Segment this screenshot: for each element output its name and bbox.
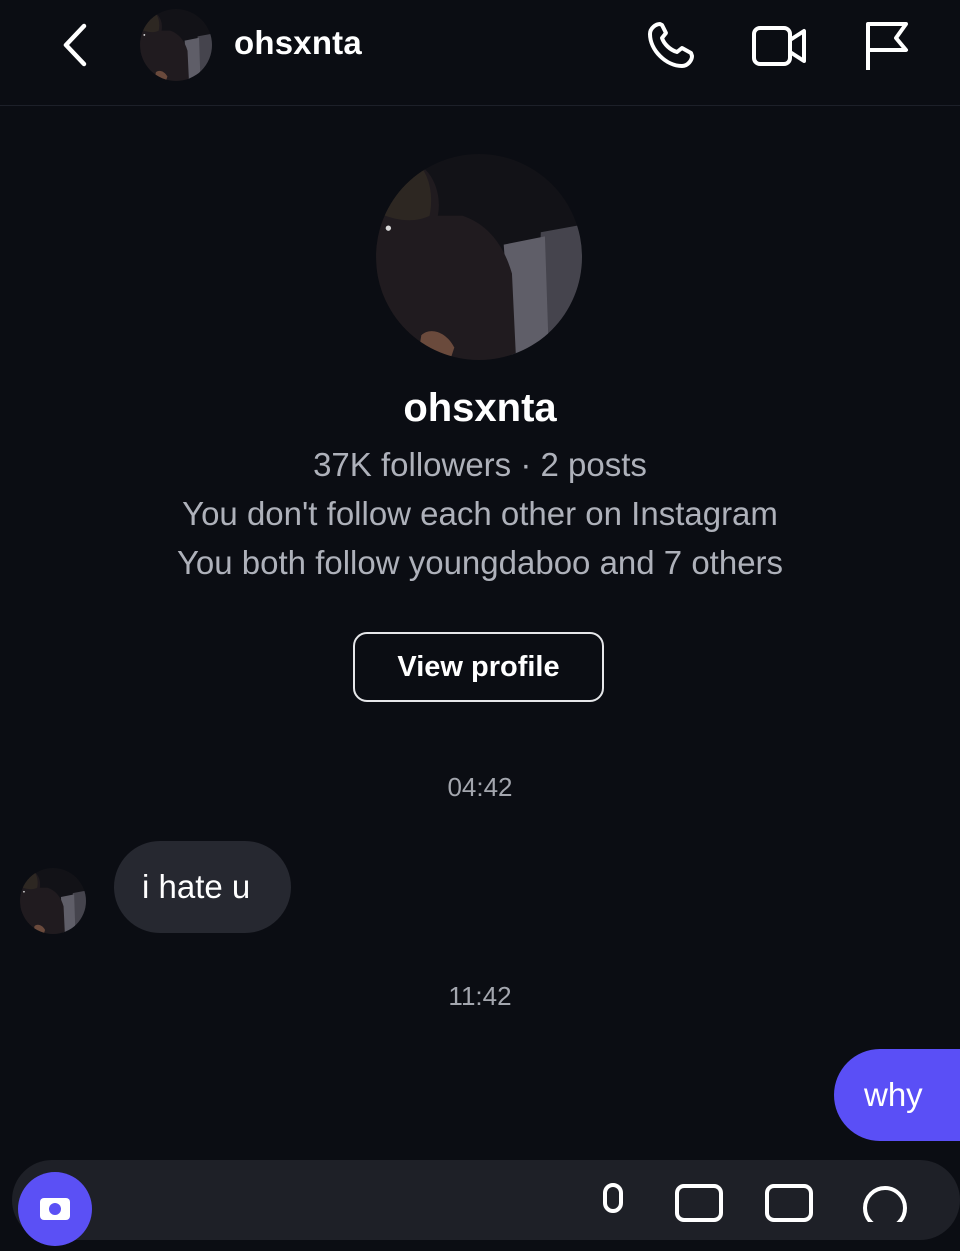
header-username[interactable]: ohsxnta xyxy=(234,24,362,62)
flag-icon xyxy=(866,22,908,70)
message-timestamp: 04:42 xyxy=(447,772,513,802)
message-timestamp: 11:42 xyxy=(448,981,512,1011)
report-button[interactable] xyxy=(858,18,914,74)
follow-status: You don't follow each other on Instagram xyxy=(182,495,778,532)
voice-message-button[interactable] xyxy=(596,1182,630,1227)
incoming-message[interactable]: i hate u xyxy=(114,841,291,933)
profile-username: ohsxnta xyxy=(403,386,557,430)
emoji-icon xyxy=(863,1186,907,1230)
profile-avatar[interactable] xyxy=(376,154,582,360)
view-profile-button[interactable]: View profile xyxy=(353,632,604,702)
sticker-icon xyxy=(765,1184,813,1222)
back-icon xyxy=(63,23,87,67)
header-avatar[interactable] xyxy=(140,9,212,81)
chat-header: ohsxnta xyxy=(0,0,960,106)
profile-stats: 37K followers · 2 posts xyxy=(313,446,647,483)
gallery-button[interactable] xyxy=(674,1182,724,1227)
phone-icon xyxy=(648,22,694,68)
back-button[interactable] xyxy=(56,20,96,70)
video-icon xyxy=(752,26,806,66)
message-composer[interactable] xyxy=(12,1160,960,1240)
outgoing-message[interactable]: why xyxy=(834,1049,960,1141)
mutual-followers: You both follow youngdaboo and 7 others xyxy=(176,544,784,581)
mic-icon xyxy=(603,1183,623,1213)
emoji-button[interactable] xyxy=(860,1182,910,1230)
sender-avatar[interactable] xyxy=(20,868,86,934)
camera-button[interactable] xyxy=(18,1172,92,1246)
sticker-button[interactable] xyxy=(764,1182,814,1227)
audio-call-button[interactable] xyxy=(642,18,698,74)
image-icon xyxy=(675,1184,723,1222)
camera-icon xyxy=(40,1198,70,1220)
video-call-button[interactable] xyxy=(750,18,806,74)
